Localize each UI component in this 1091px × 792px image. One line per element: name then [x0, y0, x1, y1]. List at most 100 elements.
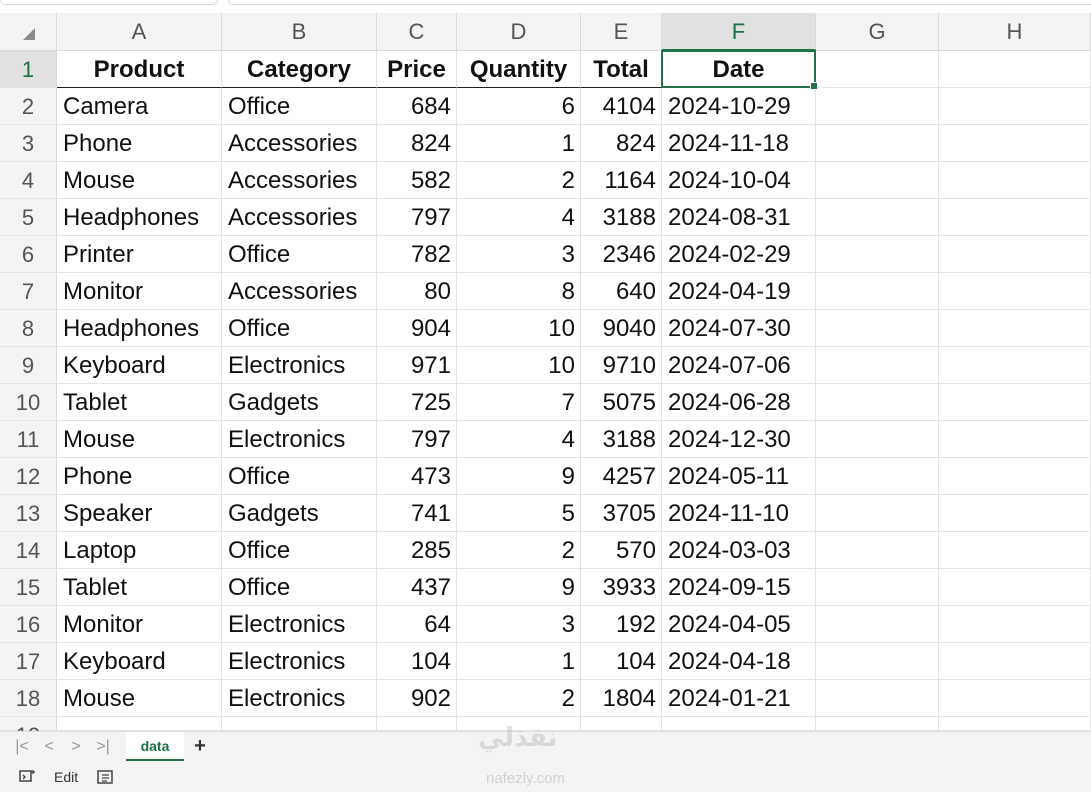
table-cell[interactable]: 684	[377, 88, 457, 125]
table-cell[interactable]: Monitor	[57, 273, 222, 310]
table-cell[interactable]: 437	[377, 569, 457, 606]
table-cell[interactable]	[816, 421, 939, 458]
table-cell[interactable]	[939, 273, 1091, 310]
row-header-1[interactable]: 1	[0, 51, 57, 88]
table-cell[interactable]: 2	[457, 532, 581, 569]
table-cell[interactable]: 782	[377, 236, 457, 273]
table-cell[interactable]: Electronics	[222, 680, 377, 717]
prev-sheet-icon[interactable]: <	[39, 736, 59, 758]
table-cell[interactable]	[939, 717, 1091, 731]
table-cell[interactable]	[816, 680, 939, 717]
table-cell[interactable]	[939, 569, 1091, 606]
table-cell[interactable]: 3188	[581, 199, 662, 236]
table-cell[interactable]: 9	[457, 458, 581, 495]
table-cell[interactable]: Office	[222, 532, 377, 569]
table-cell[interactable]	[939, 88, 1091, 125]
sheet-tab-data[interactable]: data	[126, 732, 184, 761]
column-header-c[interactable]: C	[377, 13, 457, 51]
table-cell[interactable]	[939, 532, 1091, 569]
add-sheet-icon[interactable]: +	[190, 735, 210, 757]
table-cell[interactable]: 2024-05-11	[662, 458, 816, 495]
row-header-2[interactable]: 2	[0, 88, 57, 125]
table-cell[interactable]	[816, 458, 939, 495]
table-cell[interactable]: 2024-12-30	[662, 421, 816, 458]
table-cell[interactable]: 2024-08-31	[662, 199, 816, 236]
table-cell[interactable]: Office	[222, 236, 377, 273]
macro-icon[interactable]	[19, 769, 37, 785]
table-cell[interactable]: 10	[457, 310, 581, 347]
table-cell[interactable]: 725	[377, 384, 457, 421]
table-cell[interactable]: 4	[457, 199, 581, 236]
table-cell[interactable]	[816, 125, 939, 162]
accessibility-icon[interactable]	[97, 769, 115, 785]
header-cell[interactable]: Quantity	[457, 51, 581, 88]
table-cell[interactable]: Gadgets	[222, 495, 377, 532]
table-cell[interactable]	[939, 199, 1091, 236]
table-cell[interactable]: 824	[377, 125, 457, 162]
table-cell[interactable]	[939, 421, 1091, 458]
table-cell[interactable]: 3	[457, 606, 581, 643]
table-cell[interactable]: 640	[581, 273, 662, 310]
row-header-8[interactable]: 8	[0, 310, 57, 347]
row-header-12[interactable]: 12	[0, 458, 57, 495]
table-cell[interactable]	[939, 310, 1091, 347]
table-cell[interactable]: 9710	[581, 347, 662, 384]
table-cell[interactable]: 797	[377, 421, 457, 458]
table-cell[interactable]	[377, 717, 457, 731]
table-cell[interactable]	[816, 495, 939, 532]
column-header-a[interactable]: A	[57, 13, 222, 51]
table-cell[interactable]: Office	[222, 88, 377, 125]
row-header-10[interactable]: 10	[0, 384, 57, 421]
table-cell[interactable]	[222, 717, 377, 731]
table-cell[interactable]	[939, 680, 1091, 717]
table-cell[interactable]: Speaker	[57, 495, 222, 532]
table-cell[interactable]: Accessories	[222, 199, 377, 236]
table-cell[interactable]: 3188	[581, 421, 662, 458]
row-header-3[interactable]: 3	[0, 125, 57, 162]
table-cell[interactable]: 1	[457, 643, 581, 680]
table-cell[interactable]: 1	[457, 125, 581, 162]
table-cell[interactable]: Mouse	[57, 162, 222, 199]
table-cell[interactable]: Mouse	[57, 421, 222, 458]
table-cell[interactable]	[816, 199, 939, 236]
table-cell[interactable]: Keyboard	[57, 347, 222, 384]
table-cell[interactable]	[939, 347, 1091, 384]
table-cell[interactable]: Office	[222, 569, 377, 606]
table-cell[interactable]: 3	[457, 236, 581, 273]
table-cell[interactable]	[581, 717, 662, 731]
table-cell[interactable]: 5	[457, 495, 581, 532]
table-cell[interactable]: 64	[377, 606, 457, 643]
table-cell[interactable]: 9040	[581, 310, 662, 347]
table-cell[interactable]: 1804	[581, 680, 662, 717]
table-cell[interactable]: Accessories	[222, 125, 377, 162]
table-cell[interactable]: 3705	[581, 495, 662, 532]
formula-bar[interactable]	[228, 0, 1091, 5]
row-header-5[interactable]: 5	[0, 199, 57, 236]
table-cell[interactable]: 4257	[581, 458, 662, 495]
table-cell[interactable]: Camera	[57, 88, 222, 125]
table-cell[interactable]: Tablet	[57, 384, 222, 421]
table-cell[interactable]	[939, 495, 1091, 532]
table-cell[interactable]	[816, 569, 939, 606]
table-cell[interactable]: Keyboard	[57, 643, 222, 680]
table-cell[interactable]: 2024-10-29	[662, 88, 816, 125]
table-cell[interactable]: Accessories	[222, 162, 377, 199]
column-header-b[interactable]: B	[222, 13, 377, 51]
table-cell[interactable]: 902	[377, 680, 457, 717]
row-header-7[interactable]: 7	[0, 273, 57, 310]
row-header-17[interactable]: 17	[0, 643, 57, 680]
table-cell[interactable]: 2024-07-30	[662, 310, 816, 347]
table-cell[interactable]	[816, 532, 939, 569]
table-cell[interactable]: 2024-11-10	[662, 495, 816, 532]
table-cell[interactable]: Electronics	[222, 606, 377, 643]
table-cell[interactable]: 4104	[581, 88, 662, 125]
table-cell[interactable]: 2024-06-28	[662, 384, 816, 421]
table-cell[interactable]: 7	[457, 384, 581, 421]
table-cell[interactable]: 582	[377, 162, 457, 199]
row-header-19[interactable]: 19	[0, 717, 57, 748]
table-cell[interactable]	[816, 310, 939, 347]
table-cell[interactable]	[816, 384, 939, 421]
next-sheet-icon[interactable]: >	[66, 736, 86, 758]
table-cell[interactable]	[816, 347, 939, 384]
table-cell[interactable]: 5075	[581, 384, 662, 421]
